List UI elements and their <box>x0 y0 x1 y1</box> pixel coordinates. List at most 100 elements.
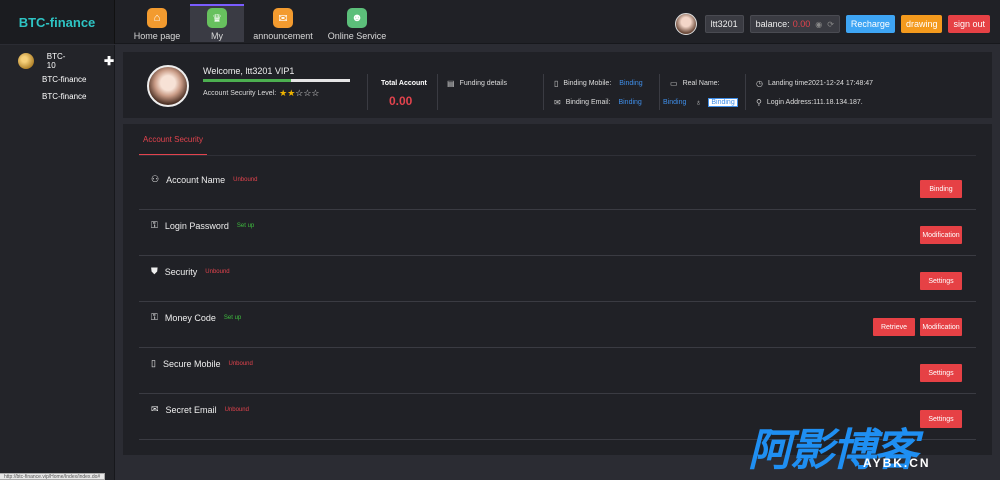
nav-my[interactable]: ♛ My <box>190 4 244 42</box>
lock-icon: ⚿ <box>151 220 158 230</box>
user-icon: ⚇ <box>151 174 160 184</box>
nav-label: announcement <box>253 31 313 41</box>
welcome-text: Welcome, ltt3201 VIP1 <box>203 66 295 76</box>
security-row-login-password: ⚿ Login Password Set up Modification <box>139 210 976 256</box>
binding-email-link[interactable]: Binding <box>618 99 641 106</box>
security-progress-bar <box>203 79 350 82</box>
brand-logo[interactable]: BTC-finance <box>0 0 115 44</box>
home-icon: ⌂ <box>147 8 167 28</box>
row-title: ⚿ Money Code Set up <box>151 312 241 323</box>
login-address-text: Login Address:111.18.134.187. <box>766 99 863 106</box>
id-card-icon: ▭ <box>670 79 678 88</box>
recharge-button[interactable]: Recharge <box>845 15 895 33</box>
avatar[interactable] <box>674 13 697 35</box>
binding-mobile-link[interactable]: Binding <box>619 80 642 87</box>
location-icon: ⚲ <box>756 98 762 107</box>
security-level: Account Security Level: ★★☆☆☆ <box>203 88 320 99</box>
security-row-security: ⛊ Security Unbound Settings <box>139 256 976 302</box>
status-badge: Unbound <box>224 406 249 413</box>
binding-email: ✉ Binding Email: Binding <box>554 98 642 107</box>
qq-binding-button[interactable]: Binding <box>708 98 738 107</box>
binding-email-label: Binding Email: <box>565 99 611 106</box>
star-empty-icon: ☆☆☆ <box>295 88 320 98</box>
sidebar-item[interactable]: BTC-finance <box>0 71 114 88</box>
qq-penguin-icon: ♁ <box>695 98 702 107</box>
divider <box>543 74 544 110</box>
drawing-button[interactable]: drawing <box>900 15 943 33</box>
mobile-icon: ▯ <box>554 79 559 88</box>
row-label: Secret Email <box>165 404 217 415</box>
funding-details-label: Funding details <box>459 80 508 87</box>
row-title: ▯ Secure Mobile Unbound <box>151 358 253 369</box>
user-info-panel: Welcome, ltt3201 VIP1 Account Security L… <box>123 52 992 118</box>
divider <box>659 74 660 110</box>
row-title: ⚇ Account Name Unbound <box>151 174 257 185</box>
total-account-value: 0.00 <box>389 94 413 108</box>
sidebar-group-title: BTC-10 <box>46 52 66 70</box>
settings-button[interactable]: Settings <box>920 272 962 290</box>
status-badge: Set up <box>223 314 242 321</box>
row-title: ⚿ Login Password Set up <box>151 220 254 231</box>
clock-icon: ◷ <box>756 79 763 88</box>
coin-icon <box>18 53 34 69</box>
login-address: ⚲ Login Address:111.18.134.187. <box>756 98 863 107</box>
sign-out-button[interactable]: sign out <box>948 15 990 33</box>
sidebar-group-header[interactable]: BTC-10 ✚ <box>0 45 114 71</box>
funding-details-link[interactable]: ▤ Funding details <box>447 79 507 88</box>
landing-time: ◷ Landing time2021-12-24 17:48:47 <box>756 79 873 88</box>
top-bar: BTC-finance ⌂ Home page ♛ My ✉ announcem… <box>0 0 1000 44</box>
divider <box>437 74 438 110</box>
security-level-label: Account Security Level: <box>203 90 277 97</box>
eye-icon[interactable]: ◉ <box>815 20 822 29</box>
star-rating: ★★☆☆☆ <box>279 88 319 99</box>
qq-binding-link[interactable]: Binding <box>663 99 686 106</box>
tab-divider <box>139 155 976 156</box>
watermark-text-en: AYBK.CN <box>863 456 931 470</box>
qq-binding: Binding ♁ Binding <box>663 98 738 107</box>
row-label: Secure Mobile <box>162 358 221 369</box>
watermark: 阿影博客 AYBK.CN <box>748 414 978 475</box>
nav-online-service[interactable]: ☻ Online Service <box>322 4 392 42</box>
binding-mobile: ▯ Binding Mobile: Binding <box>554 79 643 88</box>
person-icon: ☻ <box>347 8 367 28</box>
balance-value: 0.00 <box>792 19 811 29</box>
row-label: Account Name <box>166 174 226 185</box>
mail-icon: ✉ <box>273 8 293 28</box>
binding-mobile-label: Binding Mobile: <box>563 80 612 87</box>
browser-status-bar: http://btc-finance.vip/Home/Index/index.… <box>0 473 106 480</box>
modification-button[interactable]: Modification <box>920 318 962 336</box>
mobile-icon: ▯ <box>151 358 156 368</box>
binding-button[interactable]: Binding <box>920 180 962 198</box>
settings-button[interactable]: Settings <box>920 364 962 382</box>
shield-icon: ⛊ <box>151 266 158 276</box>
status-badge: Unbound <box>233 176 258 183</box>
security-row-secure-mobile: ▯ Secure Mobile Unbound Settings <box>139 348 976 394</box>
modification-button[interactable]: Modification <box>920 226 962 244</box>
nav-home[interactable]: ⌂ Home page <box>130 4 184 42</box>
crown-icon: ♛ <box>207 8 227 28</box>
lock-icon: ⚿ <box>151 312 158 322</box>
sidebar-item[interactable]: BTC-finance <box>0 88 114 105</box>
main-nav: ⌂ Home page ♛ My ✉ announcement ☻ Online… <box>130 4 398 42</box>
nav-label: My <box>211 31 223 41</box>
username: ltt3201 <box>710 19 738 29</box>
tab-account-security[interactable]: Account Security <box>139 124 207 156</box>
security-row-account-name: ⚇ Account Name Unbound Binding <box>139 164 976 210</box>
account-security-panel: Account Security ⚇ Account Name Unbound … <box>123 124 992 455</box>
refresh-icon[interactable]: ⟳ <box>827 20 834 29</box>
real-name-label: Real Name: <box>682 80 720 87</box>
retrieve-button[interactable]: Retrieve <box>873 318 915 336</box>
sidebar: BTC-10 ✚ BTC-finance BTC-finance <box>0 45 115 480</box>
email-icon: ✉ <box>151 404 159 414</box>
divider <box>367 74 368 110</box>
email-icon: ✉ <box>554 98 561 107</box>
row-title: ✉ Secret Email Unbound <box>151 404 249 415</box>
row-label: Money Code <box>164 312 216 323</box>
row-label: Login Password <box>164 220 229 231</box>
row-title: ⛊ Security Unbound <box>151 266 230 277</box>
nav-announcement[interactable]: ✉ announcement <box>250 4 316 42</box>
expand-icon[interactable]: ✚ <box>104 54 114 68</box>
document-icon: ▤ <box>447 79 455 88</box>
nav-label: Home page <box>133 31 181 41</box>
security-progress-fill <box>203 79 292 82</box>
